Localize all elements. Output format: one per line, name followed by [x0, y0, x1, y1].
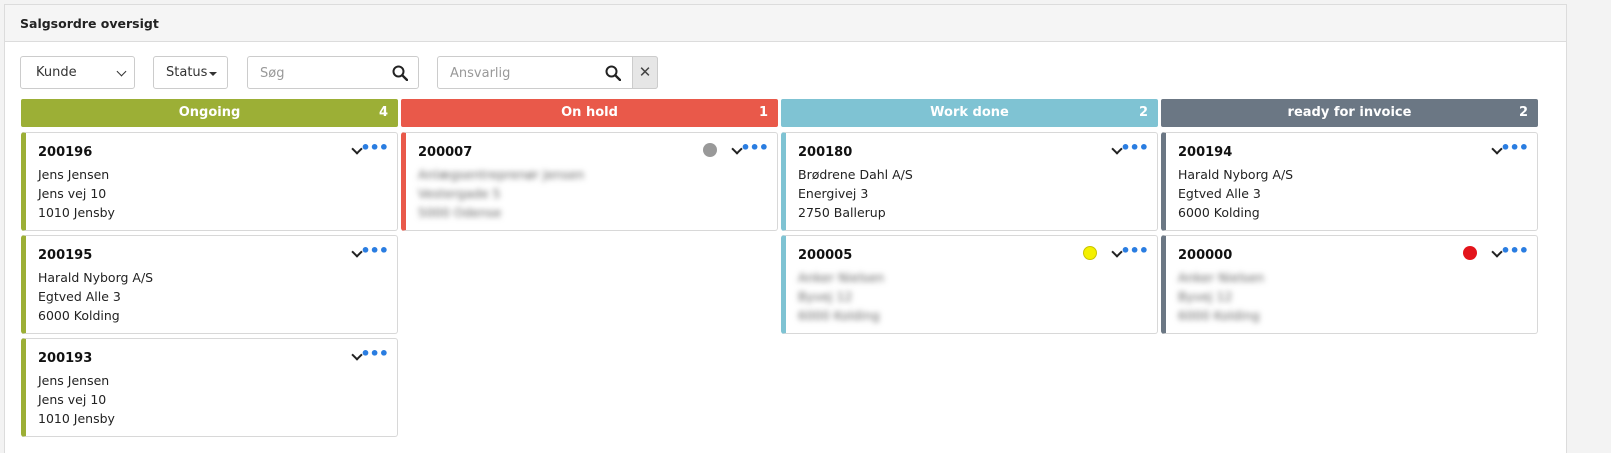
customer-city: 5000 Odense	[418, 205, 502, 220]
order-card[interactable]: 200194 Harald Nyborg A/S Egtved Alle 3 6000…	[1161, 132, 1538, 231]
customer-name: Anker Nielsen	[798, 270, 885, 285]
customer-name: Anker Nielsen	[1178, 270, 1265, 285]
customer-name: Brødrene Dahl A/S	[798, 167, 913, 182]
customer-name: Harald Nyborg A/S	[38, 270, 154, 285]
order-card[interactable]: 200195 Harald Nyborg A/S Egtved Alle 3 6000…	[21, 235, 398, 334]
column-count: 4	[378, 105, 388, 120]
customer-city: 1010 Jensby	[38, 411, 115, 426]
status-dot-icon	[1463, 246, 1477, 260]
column-3: ready for invoice 2 200194 Harald Nyborg A/…	[1161, 99, 1538, 334]
order-number: 200194	[1178, 145, 1233, 160]
column-header: On hold 1	[401, 99, 778, 127]
more-options-icon[interactable]: •••	[1120, 138, 1149, 157]
customer-city: 2750 Ballerup	[798, 205, 886, 220]
order-number: 200193	[38, 351, 93, 366]
customer-name: Jens Jensen	[38, 167, 110, 182]
clear-responsible-button[interactable]: ✕	[632, 56, 658, 89]
customer-name: Jens Jensen	[38, 373, 110, 388]
column-2: Work done 2 200180 Brødrene Dahl A/S Energiv…	[781, 99, 1158, 334]
status-dot-icon	[1083, 246, 1097, 260]
more-options-icon[interactable]: •••	[740, 138, 769, 157]
more-options-icon[interactable]: •••	[1500, 138, 1529, 157]
more-options-icon[interactable]: •••	[1500, 241, 1529, 260]
status-button-label: Status	[166, 65, 208, 80]
order-number: 200195	[38, 248, 93, 263]
responsible-placeholder: Ansvarlig	[450, 66, 511, 81]
customer-select[interactable]: Kunde	[20, 56, 135, 89]
customer-address: Byvej 12	[1178, 289, 1233, 304]
status-dot-icon	[703, 143, 717, 157]
order-card[interactable]: 200005 Anker Nielsen Byvej 12 6000 Kolding •…	[781, 235, 1158, 334]
order-number: 200005	[798, 248, 853, 263]
customer-address: Jens vej 10	[38, 392, 107, 407]
caret-down-icon	[209, 72, 217, 76]
order-card[interactable]: 200007 Anlægsentreprenør Jensen Vestergade…	[401, 132, 778, 231]
column-title: ready for invoice	[1287, 105, 1412, 120]
search-icon[interactable]	[605, 65, 621, 81]
more-options-icon[interactable]: •••	[360, 138, 389, 157]
status-dropdown-button[interactable]: Status	[153, 56, 228, 89]
order-number: 200196	[38, 145, 93, 160]
column-header: ready for invoice 2	[1161, 99, 1538, 127]
customer-city: 6000 Kolding	[1178, 205, 1260, 220]
panel-title: Salgsordre oversigt	[5, 5, 1566, 42]
customer-address: Byvej 12	[798, 289, 853, 304]
more-options-icon[interactable]: •••	[1120, 241, 1149, 260]
customer-name: Anlægsentreprenør Jensen	[418, 167, 585, 182]
search-placeholder: Søg	[260, 66, 285, 81]
column-header: Work done 2	[781, 99, 1158, 127]
customer-city: 6000 Kolding	[1178, 308, 1260, 323]
order-number: 200180	[798, 145, 853, 160]
customer-select-label: Kunde	[36, 65, 77, 80]
column-title: Ongoing	[178, 105, 241, 120]
search-input[interactable]: Søg	[247, 56, 419, 89]
column-count: 1	[758, 105, 768, 120]
more-options-icon[interactable]: •••	[360, 344, 389, 363]
responsible-input[interactable]: Ansvarlig ✕	[437, 56, 658, 89]
customer-address: Egtved Alle 3	[1178, 186, 1261, 201]
column-1: On hold 1 200007 Anlægsentreprenør Jensen Ve…	[401, 99, 778, 231]
customer-city: 1010 Jensby	[38, 205, 115, 220]
customer-address: Egtved Alle 3	[38, 289, 121, 304]
order-card[interactable]: 200193 Jens Jensen Jens vej 10 1010 Jensby •…	[21, 338, 398, 437]
order-number: 200007	[418, 145, 473, 160]
chevron-down-icon	[116, 66, 127, 77]
order-card[interactable]: 200000 Anker Nielsen Byvej 12 6000 Kolding •…	[1161, 235, 1538, 334]
order-number: 200000	[1178, 248, 1233, 263]
close-icon: ✕	[638, 63, 652, 81]
customer-city: 6000 Kolding	[798, 308, 880, 323]
column-count: 2	[1138, 105, 1148, 120]
customer-city: 6000 Kolding	[38, 308, 120, 323]
column-title: Work done	[930, 105, 1009, 120]
customer-address: Energivej 3	[798, 186, 869, 201]
sales-order-panel: Salgsordre oversigt Kunde Status Søg Ans…	[4, 4, 1567, 453]
column-0: Ongoing 4 200196 Jens Jensen Jens vej 10 1010…	[21, 99, 398, 437]
column-title: On hold	[561, 105, 618, 120]
customer-name: Harald Nyborg A/S	[1178, 167, 1294, 182]
order-card[interactable]: 200196 Jens Jensen Jens vej 10 1010 Jensby •…	[21, 132, 398, 231]
customer-address: Jens vej 10	[38, 186, 107, 201]
customer-address: Vestergade 5	[418, 186, 501, 201]
column-header: Ongoing 4	[21, 99, 398, 127]
more-options-icon[interactable]: •••	[360, 241, 389, 260]
filter-bar: Kunde Status Søg Ansvarlig ✕	[5, 56, 1566, 90]
order-card[interactable]: 200180 Brødrene Dahl A/S Energivej 3 2750 B…	[781, 132, 1158, 231]
column-count: 2	[1518, 105, 1528, 120]
search-icon[interactable]	[392, 65, 408, 81]
